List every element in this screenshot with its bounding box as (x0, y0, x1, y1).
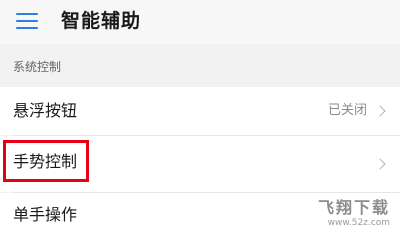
page-title: 智能辅助 (61, 10, 142, 32)
row-label-floating-button: 悬浮按钮 (13, 101, 78, 120)
site-watermark: 飞翔下载 www.52z.com (300, 198, 390, 229)
title-bar: 智能辅助 (0, 0, 400, 44)
chevron-right-icon (374, 158, 386, 170)
menu-icon-bar-middle (16, 20, 38, 22)
smart-assist-screen: 智能辅助 系统控制 悬浮按钮 已关闭 手势控制 单手操作 飞翔下载 www.52… (0, 0, 400, 240)
hamburger-menu-icon[interactable] (16, 11, 38, 31)
watermark-brand: 飞翔下载 (317, 198, 390, 217)
row-label-one-handed-mode: 单手操作 (13, 205, 78, 224)
menu-icon-bar-top (16, 13, 38, 15)
settings-row-floating-button[interactable]: 悬浮按钮 已关闭 (0, 87, 400, 135)
settings-row-gesture-control[interactable]: 手势控制 (0, 136, 400, 192)
row-status-floating-button: 已关闭 (327, 103, 367, 118)
section-label: 系统控制 (13, 60, 62, 74)
menu-icon-bar-bottom (16, 27, 38, 29)
chevron-right-icon (374, 105, 386, 117)
watermark-url: www.52z.com (327, 218, 390, 228)
section-header-system-control: 系统控制 (0, 44, 400, 87)
highlight-box (3, 140, 89, 182)
